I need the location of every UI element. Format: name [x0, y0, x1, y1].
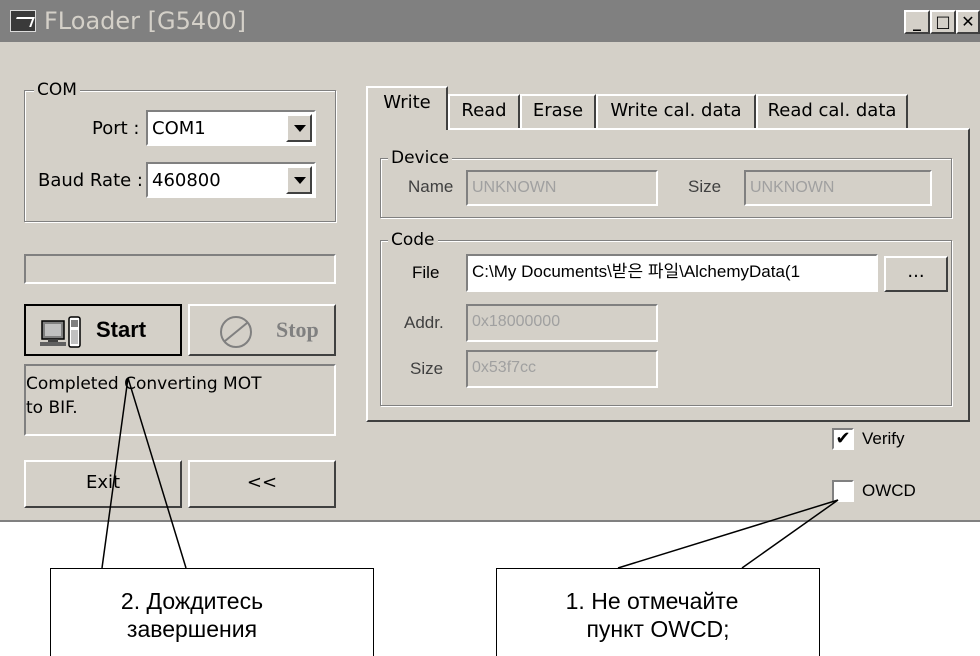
checkmark-icon: ✔ [835, 428, 851, 449]
close-button[interactable]: ✕ [956, 10, 980, 34]
owcd-label: OWCD [862, 481, 916, 500]
addr-label: Addr. [404, 313, 444, 332]
floader-window: FLoader [G5400] _ □ ✕ COM Port : COM1 Ba… [0, 0, 980, 522]
title-bar[interactable]: FLoader [G5400] _ □ ✕ [0, 0, 980, 42]
browse-button[interactable]: ... [884, 256, 948, 292]
device-size-label: Size [688, 177, 722, 196]
maximize-button[interactable]: □ [930, 10, 956, 34]
device-name-label: Name [408, 177, 454, 196]
device-name-field: UNKNOWN [466, 170, 658, 206]
status-message: Completed Converting MOT to BIF. [26, 374, 262, 418]
chevron-down-icon[interactable] [286, 114, 312, 142]
progress-bar [24, 254, 336, 284]
device-size-field: UNKNOWN [744, 170, 932, 206]
port-label: Port : [92, 118, 140, 139]
start-label: Start [96, 317, 147, 342]
baud-rate-value: 460800 [152, 170, 221, 191]
exit-button[interactable]: Exit [24, 460, 182, 508]
com-legend: COM [34, 80, 80, 100]
tab-read-cal-data[interactable]: Read cal. data [756, 94, 908, 128]
callout-left-top-border-left [51, 568, 103, 569]
tab-write[interactable]: Write [366, 86, 448, 130]
minimize-button[interactable]: _ [904, 10, 930, 34]
tab-erase[interactable]: Erase [520, 94, 596, 128]
port-value: COM1 [152, 118, 206, 139]
window-title: FLoader [G5400] [44, 7, 247, 35]
verify-label: Verify [862, 429, 905, 448]
baud-rate-select[interactable]: 460800 [146, 162, 316, 198]
app-logo-icon [10, 10, 36, 32]
code-size-field: 0x53f7cc [466, 350, 658, 388]
stop-button[interactable]: Stop [188, 304, 336, 356]
tab-write-cal-data[interactable]: Write cal. data [596, 94, 756, 128]
file-label: File [412, 263, 440, 282]
device-legend: Device [388, 148, 453, 168]
callout-right-line1: 1. Не отмечайте [565, 588, 739, 614]
callout-right-line2: пункт OWCD; [586, 616, 730, 642]
port-select[interactable]: COM1 [146, 110, 316, 146]
verify-checkbox[interactable]: ✔ [832, 428, 854, 450]
callout-left-line1: 2. Дождитесь [120, 588, 264, 614]
no-entry-icon [220, 316, 252, 348]
start-button[interactable]: Start [24, 304, 182, 356]
phone-computer-icon [40, 316, 81, 348]
code-size-label: Size [410, 359, 444, 378]
addr-field: 0x18000000 [466, 304, 658, 342]
status-message-box: Completed Converting MOT to BIF. [24, 364, 336, 436]
stop-label: Stop [276, 317, 319, 342]
baud-rate-label: Baud Rate : [38, 170, 143, 191]
code-legend: Code [388, 230, 438, 250]
owcd-checkbox[interactable] [832, 480, 854, 502]
file-path-input[interactable]: C:\My Documents\받은 파일\AlchemyData(1 [466, 254, 878, 292]
tab-read[interactable]: Read [448, 94, 520, 128]
wait-completion-callout: 2. Дождитесь завершения [50, 568, 374, 656]
owcd-callout: 1. Не отмечайте пункт OWCD; [496, 568, 820, 656]
chevron-down-icon[interactable] [286, 166, 312, 194]
callout-left-line2: завершения [126, 616, 258, 642]
collapse-button[interactable]: << [188, 460, 336, 508]
